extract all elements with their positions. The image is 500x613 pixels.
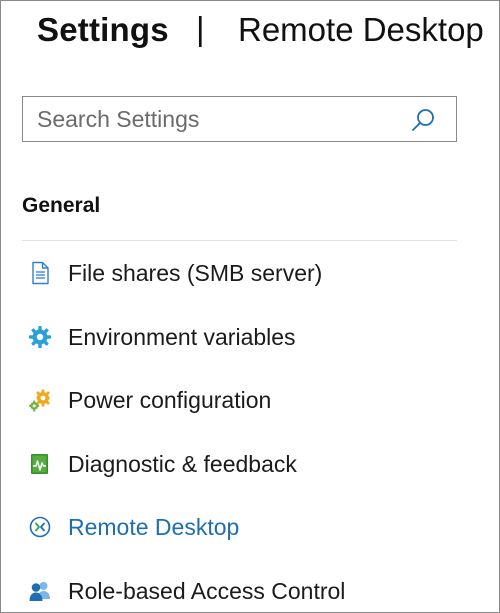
file-shares-icon: [28, 261, 52, 285]
diagnostic-feedback-icon: [28, 452, 52, 476]
nav-item-label: Power configuration: [68, 387, 272, 413]
section-heading-general: General: [22, 194, 101, 217]
environment-variables-icon: [28, 325, 52, 349]
title-separator: |: [196, 10, 205, 47]
nav-item-label: Diagnostic & feedback: [68, 450, 297, 477]
nav-item-environment-variables[interactable]: Environment variables: [1, 305, 499, 369]
search-box: [22, 96, 457, 142]
search-icon[interactable]: [410, 107, 436, 133]
search-input[interactable]: [23, 97, 403, 141]
nav-item-role-based-access-control[interactable]: Role-based Access Control: [1, 559, 499, 613]
nav-item-label: Environment variables: [68, 323, 296, 350]
settings-nav-list: File shares (SMB server) Environment var…: [1, 241, 499, 613]
page-header: Settings | Remote Desktop: [1, 1, 499, 63]
nav-item-diagnostic-feedback[interactable]: Diagnostic & feedback: [1, 432, 499, 496]
nav-item-remote-desktop[interactable]: Remote Desktop: [1, 495, 499, 559]
settings-window: Settings | Remote Desktop General: [0, 0, 500, 613]
nav-item-file-shares[interactable]: File shares (SMB server): [1, 241, 499, 305]
nav-item-power-configuration[interactable]: Power configuration: [1, 368, 499, 432]
page-title: Settings: [37, 11, 169, 48]
power-configuration-icon: [28, 388, 52, 412]
page-subtitle: Remote Desktop: [238, 11, 484, 48]
remote-desktop-icon: [28, 515, 52, 539]
nav-item-label: Role-based Access Control: [68, 577, 346, 604]
nav-item-label: Remote Desktop: [68, 514, 240, 540]
nav-item-label: File shares (SMB server): [68, 260, 323, 286]
role-based-access-control-icon: [28, 579, 52, 603]
